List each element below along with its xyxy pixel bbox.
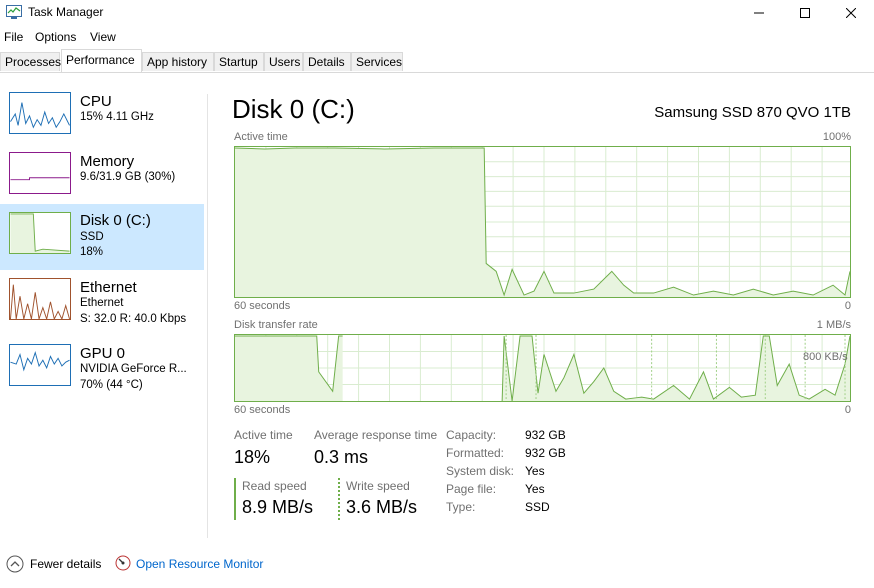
open-resource-monitor-link[interactable]: Open Resource Monitor (136, 557, 263, 571)
resource-monitor-icon (115, 555, 131, 571)
sidebar-ethernet-line1: Ethernet (80, 297, 124, 309)
sidebar-disk-line1: SSD (80, 231, 104, 243)
prop-system-disk-label: System disk: (446, 464, 515, 478)
prop-capacity-label: Capacity: (446, 428, 497, 442)
menu-view[interactable]: View (90, 30, 116, 44)
sidebar-item-disk[interactable]: Disk 0 (C:) SSD 18% (0, 204, 204, 270)
close-button[interactable] (828, 0, 874, 26)
menu-file[interactable]: File (4, 30, 23, 44)
sidebar-cpu-title: CPU (80, 93, 112, 110)
transfer-rate-graph (234, 334, 851, 402)
sidebar-item-gpu[interactable]: GPU 0 NVIDIA GeForce R... 70% (44 °C) (0, 338, 204, 404)
sidebar-gpu-line1: NVIDIA GeForce R... (80, 363, 187, 375)
page-title: Disk 0 (C:) (232, 94, 355, 124)
cpu-thumbnail (9, 92, 71, 134)
active-time-value: 18% (234, 447, 271, 467)
maximize-button[interactable] (782, 0, 828, 26)
disk-thumbnail (9, 212, 71, 254)
graph1-label: Active time (234, 131, 288, 143)
chevron-up-circle-icon[interactable] (6, 555, 24, 573)
gpu-thumbnail (9, 344, 71, 386)
disk-model: Samsung SSD 870 QVO 1TB (654, 104, 851, 121)
sidebar-item-memory[interactable]: Memory 9.6/31.9 GB (30%) (0, 146, 204, 212)
sidebar-disk-line2: 18% (80, 246, 104, 258)
tab-app-history[interactable]: App history (142, 52, 214, 71)
graph1-max: 100% (822, 131, 851, 143)
avg-response-label: Average response time (314, 428, 438, 442)
ethernet-thumbnail (9, 278, 71, 320)
prop-page-file-label: Page file: (446, 482, 497, 496)
graph2-max: 1 MB/s (816, 319, 851, 331)
sidebar-gpu-line2: 70% (44 °C) (80, 379, 143, 391)
tab-users[interactable]: Users (264, 52, 303, 71)
avg-response-value: 0.3 ms (314, 447, 369, 467)
task-manager-icon (6, 5, 22, 19)
sidebar-memory-line1: 9.6/31.9 GB (30%) (80, 171, 176, 183)
graph2-min: 0 (844, 404, 851, 416)
sidebar-disk-title: Disk 0 (C:) (80, 212, 151, 229)
prop-formatted-value: 932 GB (525, 446, 566, 460)
read-speed-label: Read speed (242, 479, 307, 493)
prop-type-value: SSD (525, 500, 550, 514)
minimize-button[interactable] (736, 0, 782, 26)
tab-services[interactable]: Services (351, 52, 403, 71)
graph1-time: 60 seconds (234, 300, 291, 312)
write-speed-value: 3.6 MB/s (346, 497, 418, 517)
maximize-icon (800, 8, 810, 18)
graph1-min: 0 (844, 300, 851, 312)
sidebar-gpu-title: GPU 0 (80, 345, 126, 362)
tab-startup[interactable]: Startup (214, 52, 264, 71)
prop-system-disk-value: Yes (525, 464, 545, 478)
write-speed-label: Write speed (346, 479, 410, 493)
read-speed-marker (234, 478, 236, 520)
prop-type-label: Type: (446, 500, 476, 514)
active-time-graph (234, 146, 851, 298)
fewer-details-link[interactable]: Fewer details (30, 557, 101, 571)
graph2-time: 60 seconds (234, 404, 291, 416)
sidebar-cpu-line1: 15% 4.11 GHz (80, 111, 154, 123)
minimize-icon (754, 12, 764, 14)
graph2-label: Disk transfer rate (234, 319, 318, 331)
sidebar-item-cpu[interactable]: CPU 15% 4.11 GHz (0, 86, 204, 152)
menu-options[interactable]: Options (35, 30, 76, 44)
sidebar-memory-title: Memory (80, 153, 135, 170)
sidebar-ethernet-title: Ethernet (80, 279, 137, 296)
tab-details[interactable]: Details (303, 52, 351, 71)
graph2-mid: 800 KB/s (803, 351, 848, 363)
sidebar-ethernet-line2: S: 32.0 R: 40.0 Kbps (80, 313, 187, 325)
prop-capacity-value: 932 GB (525, 428, 566, 442)
sidebar-item-ethernet[interactable]: Ethernet Ethernet S: 32.0 R: 40.0 Kbps (0, 272, 204, 338)
prop-page-file-value: Yes (525, 482, 545, 496)
active-time-label: Active time (234, 428, 293, 442)
tab-performance[interactable]: Performance (61, 49, 142, 72)
memory-thumbnail (9, 152, 71, 194)
write-speed-marker (338, 478, 340, 520)
window-title: Task Manager (28, 5, 104, 19)
read-speed-value: 8.9 MB/s (242, 497, 314, 517)
tab-processes[interactable]: Processes (0, 52, 61, 71)
prop-formatted-label: Formatted: (446, 446, 505, 460)
close-icon (846, 8, 856, 18)
panel-divider (207, 94, 208, 538)
